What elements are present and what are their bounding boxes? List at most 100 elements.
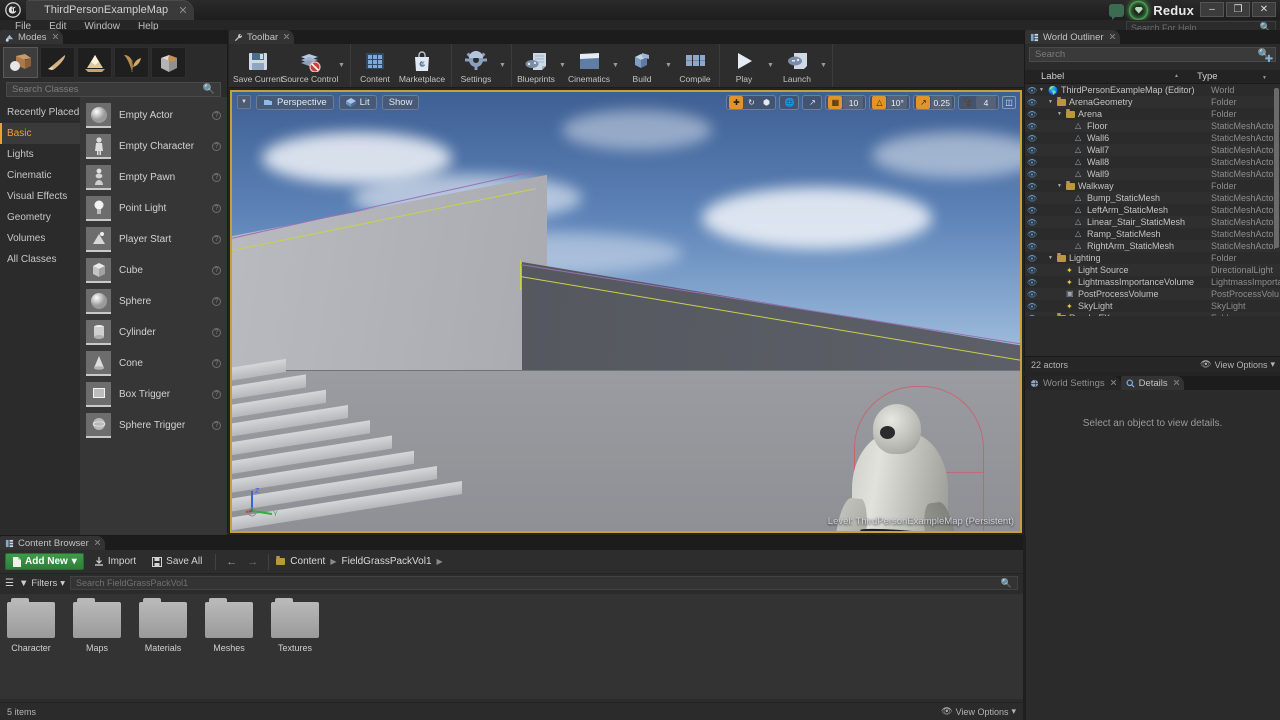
tab-world-settings[interactable]: World Settings [1025,376,1121,390]
surface-snap-icon[interactable]: ↗ [805,96,819,109]
question-mark-icon[interactable]: ? [212,235,221,244]
toolbar-source-control-button[interactable]: Source Control [282,44,338,87]
chevron-down-icon[interactable]: ▼ [1039,87,1045,93]
close-icon[interactable] [1109,34,1115,39]
toolbar-compile-button[interactable]: Compile [674,44,716,87]
eye-icon[interactable]: 👁 [1025,302,1039,311]
category-volumes[interactable]: Volumes [0,228,80,249]
outliner-scrollbar[interactable] [1274,88,1279,248]
outliner-row[interactable]: 👁 △ Wall9 StaticMeshActor [1025,168,1280,180]
redux-gem-icon[interactable] [1129,0,1149,20]
content-view-options[interactable]: 👁 View Options ▾ [941,706,1016,717]
close-icon[interactable] [1110,380,1116,385]
scale-tool[interactable]: ⬢ [759,96,773,109]
outliner-row[interactable]: 👁 ▼ RenderFX Folder [1025,312,1280,316]
outliner-view-options[interactable]: 👁 View Options ▾ [1200,359,1275,370]
eye-icon[interactable]: 👁 [1025,314,1039,317]
import-button[interactable]: Import [88,556,142,567]
globe-icon[interactable]: 🌐 [782,96,796,109]
toolbar-blueprints-button[interactable]: Blueprints [515,44,557,87]
grid-snap-value[interactable]: 10 [843,96,864,109]
chevron-down-icon[interactable]: ▼ [1048,99,1054,105]
close-icon[interactable] [1173,380,1179,385]
eye-icon[interactable]: 👁 [1025,98,1039,107]
chevron-down-icon[interactable]: ▼ [1048,255,1054,261]
placeable-item-empty-actor[interactable]: Empty Actor? [80,100,227,131]
placeable-item-sphere[interactable]: Sphere? [80,286,227,317]
category-cinematic[interactable]: Cinematic [0,165,80,186]
tab-world-outliner[interactable]: World Outliner [1025,30,1120,44]
toolbar-save-current-button[interactable]: Save Current [232,44,284,87]
outliner-row[interactable]: 👁 ▼ Arena Folder [1025,108,1280,120]
outliner-row[interactable]: 👁 △ LeftArm_StaticMesh StaticMeshActor [1025,204,1280,216]
placeable-item-cone[interactable]: Cone? [80,348,227,379]
eye-icon[interactable]: 👁 [1025,134,1039,143]
eye-icon[interactable]: 👁 [1025,290,1039,299]
rotation-snap-value[interactable]: 10° [887,96,908,109]
forward-button[interactable]: → [244,556,261,568]
speech-bubble-icon[interactable] [1109,3,1125,20]
question-mark-icon[interactable]: ? [212,266,221,275]
placeable-item-player-start[interactable]: Player Start? [80,224,227,255]
outliner-row[interactable]: 👁 △ Bump_StaticMesh StaticMeshActor [1025,192,1280,204]
back-button[interactable]: ← [223,556,240,568]
outliner-row[interactable]: 👁 △ Linear_Stair_StaticMesh StaticMeshActor [1025,216,1280,228]
mode-button-paint[interactable] [40,47,75,78]
asset-folder-materials[interactable]: Materials [138,598,188,691]
outliner-row[interactable]: 👁 ✦ Light Source DirectionalLight [1025,264,1280,276]
asset-folder-character[interactable]: Character [6,598,56,691]
eye-icon[interactable]: 👁 [1025,230,1039,239]
tab-toolbar[interactable]: Toolbar [229,30,295,44]
question-mark-icon[interactable]: ? [212,173,221,182]
category-visual-effects[interactable]: Visual Effects [0,186,80,207]
chevron-down-icon[interactable]: ▼ [1057,183,1063,189]
question-mark-icon[interactable]: ? [212,328,221,337]
question-mark-icon[interactable]: ? [212,142,221,151]
outliner-search-input[interactable]: Search 🔍 [1029,47,1276,62]
chevron-down-icon[interactable]: ▼ [497,44,508,87]
content-search-input[interactable]: Search FieldGrassPackVol1 🔍 [70,576,1018,590]
toolbar-launch-button[interactable]: Launch [776,44,818,87]
viewport-options-dropdown[interactable]: ▼ [237,95,251,109]
breadcrumb-content[interactable]: Content [290,556,325,567]
sources-toggle-icon[interactable]: ☰ [5,578,14,589]
mode-button-landscape[interactable] [77,47,112,78]
panel-divider[interactable] [1023,535,1026,720]
placeable-item-cube[interactable]: Cube? [80,255,227,286]
level-viewport[interactable]: ▼ Perspective Lit Show ✚ ↻ ⬢ 🌐 ↗ ▦ 10 △ … [230,90,1022,533]
eye-icon[interactable]: 👁 [1025,242,1039,251]
column-header-label[interactable]: Label [1025,71,1197,82]
close-button[interactable]: ✕ [1252,2,1276,17]
eye-icon[interactable]: 👁 [1025,158,1039,167]
placeable-item-point-light[interactable]: Point Light? [80,193,227,224]
camera-speed-icon[interactable]: 🎥 [961,96,975,109]
mode-button-geometry[interactable] [151,47,186,78]
chevron-down-icon[interactable]: ▼ [610,44,621,87]
chevron-down-icon[interactable]: ▼ [1048,315,1054,316]
filters-button[interactable]: ▼ Filters ▾ [19,578,65,589]
viewport-view-mode[interactable]: Lit [338,94,377,110]
outliner-row[interactable]: 👁 △ Wall6 StaticMeshActor [1025,132,1280,144]
rotate-tool[interactable]: ↻ [744,96,758,109]
asset-folder-maps[interactable]: Maps [72,598,122,691]
placeable-item-cylinder[interactable]: Cylinder? [80,317,227,348]
eye-icon[interactable]: 👁 [1025,170,1039,179]
maximize-button[interactable]: ❐ [1226,2,1250,17]
placeable-item-sphere-trigger[interactable]: Sphere Trigger? [80,410,227,441]
viewport-show-menu[interactable]: Show [381,94,420,110]
grid-icon[interactable]: ▦ [828,96,843,109]
category-all-classes[interactable]: All Classes [0,249,80,270]
eye-icon[interactable]: 👁 [1025,278,1039,287]
toolbar-content-button[interactable]: Content [354,44,396,87]
outliner-row[interactable]: 👁 △ Wall8 StaticMeshActor [1025,156,1280,168]
tab-modes[interactable]: Modes [0,30,63,44]
asset-folder-textures[interactable]: Textures [270,598,320,691]
translate-tool[interactable]: ✚ [729,96,744,109]
close-icon[interactable] [52,34,58,39]
eye-icon[interactable]: 👁 [1025,110,1039,119]
placeable-item-box-trigger[interactable]: Box Trigger? [80,379,227,410]
camera-speed-value[interactable]: 4 [976,96,996,109]
toolbar-play-button[interactable]: Play [723,44,765,87]
outliner-row[interactable]: 👁 ▼ ArenaGeometry Folder [1025,96,1280,108]
viewport-camera-type[interactable]: Perspective [256,94,334,110]
